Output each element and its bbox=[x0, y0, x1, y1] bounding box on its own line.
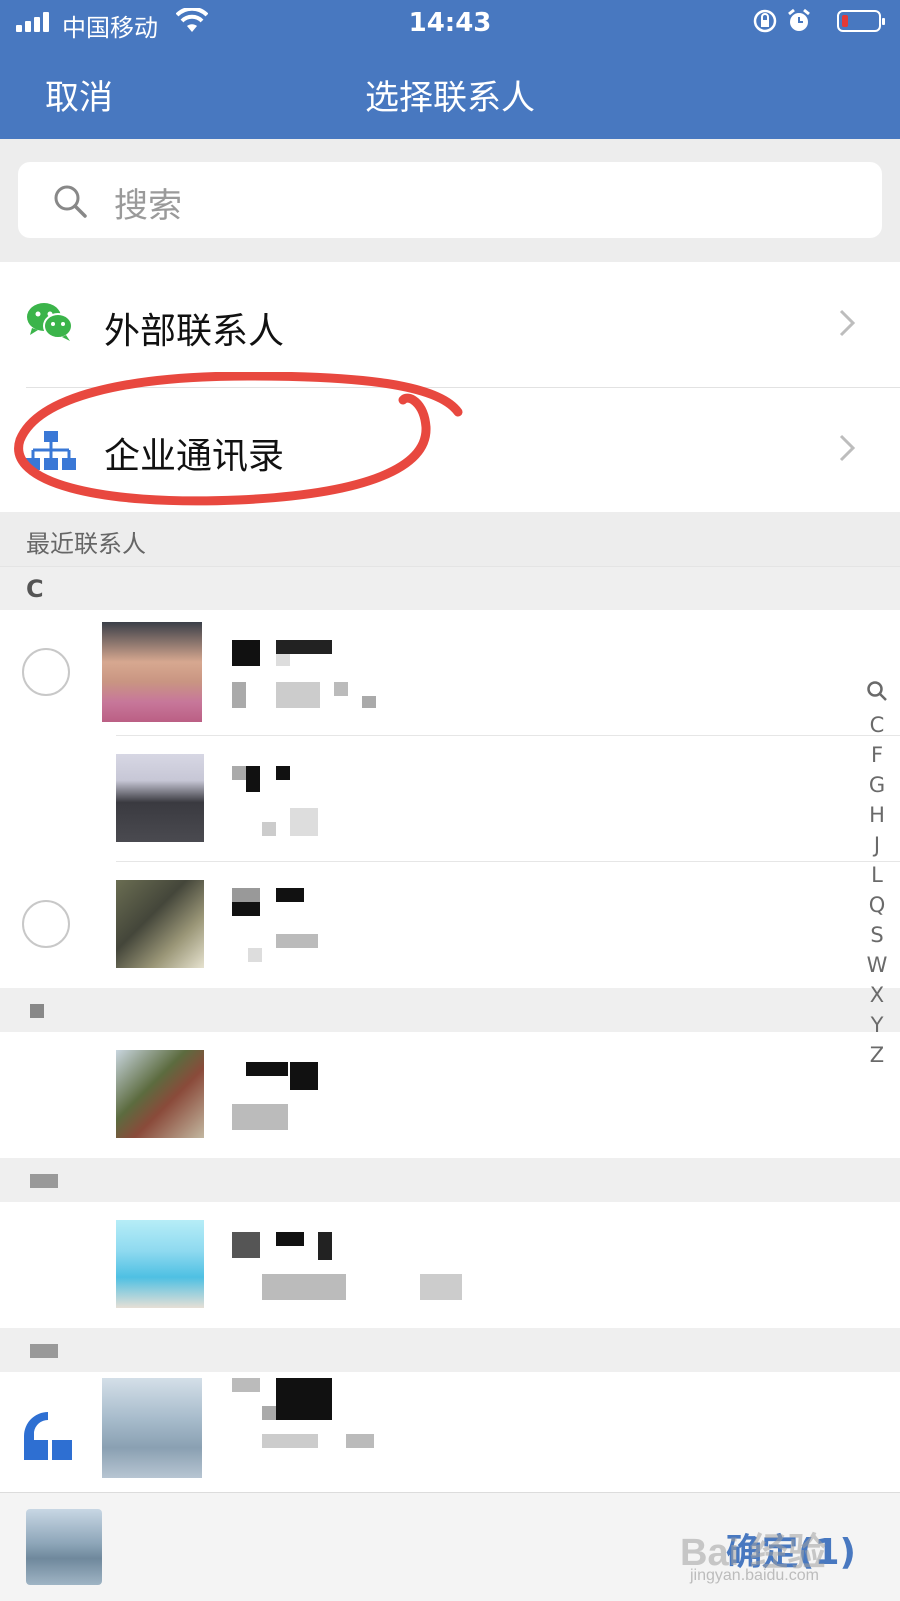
avatar bbox=[102, 1378, 202, 1478]
selected-contact-avatar[interactable] bbox=[26, 1509, 102, 1585]
checkbox-checked-icon[interactable] bbox=[22, 1410, 74, 1462]
index-letter[interactable]: J bbox=[862, 830, 892, 860]
wechat-icon bbox=[27, 303, 73, 341]
contact-source-menu: 外部联系人 企业通讯录 bbox=[0, 262, 900, 512]
select-checkbox[interactable] bbox=[22, 648, 70, 696]
watermark-url: jingyan.baidu.com bbox=[690, 1567, 819, 1584]
index-letter[interactable]: Z bbox=[862, 1040, 892, 1070]
index-letter[interactable]: H bbox=[862, 800, 892, 830]
index-letter[interactable]: W bbox=[862, 950, 892, 980]
avatar bbox=[102, 622, 202, 722]
enterprise-directory-row[interactable]: 企业通讯录 bbox=[0, 387, 900, 512]
index-letter[interactable]: G bbox=[862, 770, 892, 800]
section-header bbox=[0, 1328, 900, 1372]
contact-row[interactable] bbox=[0, 1202, 900, 1328]
recent-contacts-header: 最近联系人 bbox=[0, 512, 900, 566]
chevron-right-icon bbox=[839, 434, 856, 462]
selection-bar: 确定(1) Bai 经验 jingyan.baidu.com bbox=[0, 1492, 900, 1601]
index-letter[interactable]: S bbox=[862, 920, 892, 950]
search-icon bbox=[54, 185, 87, 218]
alarm-icon bbox=[788, 8, 810, 31]
avatar bbox=[116, 1220, 204, 1308]
external-contacts-row[interactable]: 外部联系人 bbox=[0, 262, 900, 388]
external-contacts-label: 外部联系人 bbox=[104, 311, 285, 352]
status-bar: 中国移动 14:43 bbox=[0, 0, 900, 46]
index-letter[interactable]: Q bbox=[862, 890, 892, 920]
index-letter[interactable]: L bbox=[862, 860, 892, 890]
search-input[interactable]: 搜索 bbox=[18, 162, 882, 238]
index-letter[interactable]: X bbox=[862, 980, 892, 1010]
index-letter[interactable]: F bbox=[862, 740, 892, 770]
navigation-bar: 中国移动 14:43 取消 选择联系人 bbox=[0, 0, 900, 139]
index-letter[interactable]: C bbox=[862, 710, 892, 740]
section-header bbox=[0, 988, 900, 1032]
index-letter[interactable]: Y bbox=[862, 1010, 892, 1040]
section-header-c: C bbox=[0, 566, 900, 611]
search-placeholder: 搜索 bbox=[114, 186, 182, 226]
alphabet-index-bar[interactable]: C F G H J L Q S W X Y Z bbox=[862, 680, 892, 1070]
select-checkbox[interactable] bbox=[22, 900, 70, 948]
avatar bbox=[116, 880, 204, 968]
contact-row[interactable] bbox=[0, 1372, 900, 1492]
org-chart-icon bbox=[26, 431, 76, 470]
avatar bbox=[116, 754, 204, 842]
avatar bbox=[116, 1050, 204, 1138]
enterprise-directory-label: 企业通讯录 bbox=[104, 436, 285, 477]
rotation-lock-icon bbox=[753, 9, 777, 33]
section-header bbox=[0, 1158, 900, 1202]
contact-row[interactable] bbox=[0, 736, 900, 862]
contact-row[interactable] bbox=[0, 1032, 900, 1158]
chevron-right-icon bbox=[839, 309, 856, 337]
battery-icon bbox=[837, 10, 885, 32]
index-search-icon[interactable] bbox=[862, 680, 892, 710]
contact-row[interactable] bbox=[0, 610, 900, 736]
contact-row[interactable] bbox=[0, 862, 900, 988]
page-title: 选择联系人 bbox=[365, 78, 535, 118]
